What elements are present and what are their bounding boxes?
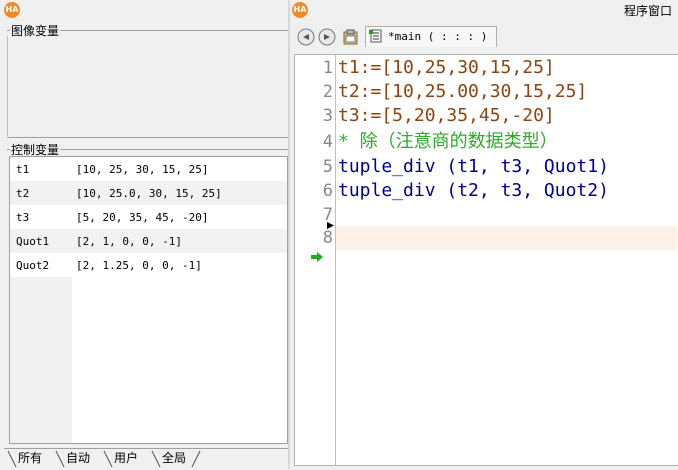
control-vars-table[interactable]: t1 [10, 25, 30, 15, 25] t2 [10, 25.0, 30… xyxy=(9,156,288,444)
var-name: Quot1 xyxy=(16,235,50,248)
var-name: t2 xyxy=(16,187,30,200)
code-line-1[interactable]: t1:=[10,25,30,15,25] xyxy=(338,56,555,80)
image-vars-box xyxy=(7,36,289,136)
app-icon: HA xyxy=(292,2,308,18)
image-vars-label: 图像变量 xyxy=(10,22,61,39)
var-value: [2, 1.25, 0, 0, -1] xyxy=(76,259,202,272)
file-icon xyxy=(369,29,382,43)
var-name: t1 xyxy=(16,163,30,176)
var-row-t2[interactable]: t2 [10, 25.0, 30, 15, 25] xyxy=(10,181,287,205)
line-number: 3 xyxy=(322,106,333,126)
line-number: 4 xyxy=(322,132,333,152)
file-tab[interactable]: *main ( : : : ) xyxy=(365,26,497,47)
code-line-6[interactable]: tuple_div (t2, t3, Quot2) xyxy=(338,179,609,203)
code-line-3[interactable]: t3:=[5,20,35,45,-20] xyxy=(338,104,555,128)
line-number: 2 xyxy=(322,82,333,102)
var-value: [10, 25, 30, 15, 25] xyxy=(76,163,209,176)
var-row-t1[interactable]: t1 [10, 25, 30, 15, 25] xyxy=(10,157,287,181)
var-value: [2, 1, 0, 0, -1] xyxy=(76,235,182,248)
line-number: 6 xyxy=(322,181,333,201)
tab-separators xyxy=(7,450,201,468)
file-tab-label: *main ( : : : ) xyxy=(388,30,488,43)
app-icon: HA xyxy=(4,2,20,18)
var-name: Quot2 xyxy=(16,259,50,272)
line-number: 1 xyxy=(322,58,333,78)
var-row-quot1[interactable]: Quot1 [2, 1, 0, 0, -1] xyxy=(10,229,287,253)
clipboard-icon[interactable] xyxy=(342,28,360,46)
program-counter-arrow-icon xyxy=(311,252,323,262)
left-panel: HA 图像变量 控制变量 t1 [10, 25, 30, 15, 25] t2 … xyxy=(0,0,288,469)
back-icon[interactable] xyxy=(297,28,315,46)
var-tabs: 所有 自动 用户 全局 xyxy=(4,448,288,470)
var-value: [10, 25.0, 30, 15, 25] xyxy=(76,187,222,200)
var-value: [5, 20, 35, 45, -20] xyxy=(76,211,209,224)
line-number: 5 xyxy=(322,157,333,177)
var-row-t3[interactable]: t3 [5, 20, 35, 45, -20] xyxy=(10,205,287,229)
code-line-5[interactable]: tuple_div (t1, t3, Quot1) xyxy=(338,155,609,179)
program-window-title: 程序窗口 xyxy=(623,4,672,18)
current-line-highlight xyxy=(336,226,677,250)
insert-marker-icon xyxy=(327,222,334,229)
code-line-2[interactable]: t2:=[10,25.00,30,15,25] xyxy=(338,80,587,104)
var-row-quot2[interactable]: Quot2 [2, 1.25, 0, 0, -1] xyxy=(10,253,287,277)
code-line-4-comment[interactable]: * 除（注意商的数据类型） xyxy=(338,130,558,154)
var-name: t3 xyxy=(16,211,30,224)
forward-icon[interactable] xyxy=(318,28,336,46)
